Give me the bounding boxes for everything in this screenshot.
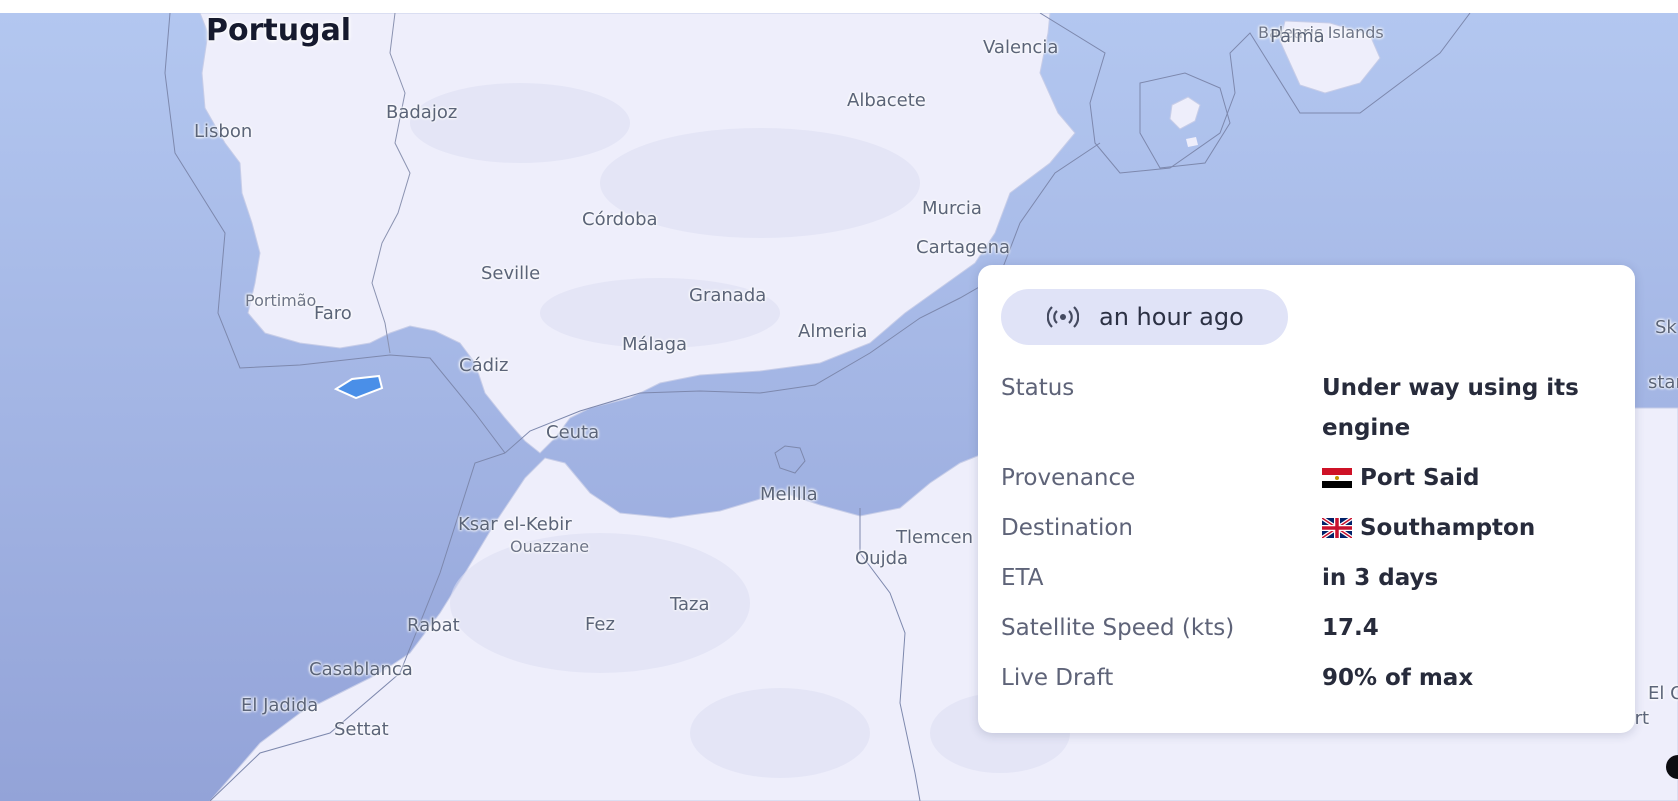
city-label-faro: Faro <box>314 303 352 324</box>
city-label-edge-elo: El O <box>1648 683 1678 704</box>
detail-key: Satellite Speed (kts) <box>1001 615 1235 641</box>
city-label-rabat: Rabat <box>407 615 460 636</box>
city-label-malaga: Málaga <box>622 334 688 355</box>
city-label-murcia: Murcia <box>922 198 982 219</box>
city-label-badajoz: Badajoz <box>386 102 458 123</box>
detail-key: Status <box>1001 375 1075 401</box>
destination-port: Southampton <box>1359 515 1536 541</box>
city-label-lisbon: Lisbon <box>194 121 253 142</box>
city-label-taza: Taza <box>670 594 710 615</box>
city-label-palma: Palma <box>1270 26 1325 47</box>
city-label-almeria: Almeria <box>798 321 868 342</box>
city-label-cordoba: Córdoba <box>582 209 658 230</box>
detail-row-provenance: Provenance Port Said <box>1001 458 1621 498</box>
vessel-details: Status Under way using its engine Proven… <box>1001 368 1621 708</box>
city-label-fez: Fez <box>585 614 615 635</box>
detail-value: 90% of max <box>1321 665 1474 691</box>
city-label-portimao: Portimão <box>245 291 317 310</box>
city-label-valencia: Valencia <box>983 37 1059 58</box>
provenance-port: Port Said <box>1359 465 1480 491</box>
city-label-edge-stan: stan <box>1648 372 1678 393</box>
detail-row-destination: Destination Southampton <box>1001 508 1621 548</box>
vessel-info-popup: an hour ago Status Under way using its e… <box>978 265 1635 733</box>
detail-value: in 3 days <box>1321 565 1439 591</box>
city-label-tlemcen: Tlemcen <box>896 527 973 548</box>
detail-value: Southampton <box>1320 508 1621 548</box>
city-label-ouazzane: Ouazzane <box>510 537 590 556</box>
detail-value: 17.4 <box>1321 615 1379 641</box>
broadcast-icon <box>1046 306 1080 328</box>
detail-row-eta: ETA in 3 days <box>1001 558 1621 598</box>
city-label-settat: Settat <box>334 719 389 740</box>
city-label-cadiz: Cádiz <box>459 355 509 376</box>
country-label-portugal: Portugal <box>206 13 352 48</box>
uk-flag-icon <box>1320 511 1354 540</box>
city-label-seville: Seville <box>481 263 541 284</box>
detail-value: Under way using its engine <box>1321 375 1579 441</box>
detail-row-speed: Satellite Speed (kts) 17.4 <box>1001 608 1621 648</box>
top-bar <box>0 0 1678 13</box>
city-label-casablanca: Casablanca <box>309 659 413 680</box>
city-label-ksar-el-kebir: Ksar el-Kebir <box>458 514 572 535</box>
city-label-edge-sk: Sk <box>1655 317 1677 338</box>
detail-row-draft: Live Draft 90% of max <box>1001 658 1621 698</box>
detail-row-status: Status Under way using its engine <box>1001 368 1621 448</box>
detail-key: Destination <box>1001 515 1133 541</box>
city-label-cartagena: Cartagena <box>916 237 1011 258</box>
city-label-ceuta: Ceuta <box>546 422 600 443</box>
egypt-flag-icon <box>1321 461 1352 488</box>
city-label-el-jadida: El Jadida <box>241 695 319 716</box>
city-label-oujda: Oujda <box>855 548 909 569</box>
page: Portugal Valencia Balearic Islands Palma… <box>0 0 1678 801</box>
detail-key: ETA <box>1001 565 1044 591</box>
city-label-albacete: Albacete <box>847 90 926 111</box>
city-label-melilla: Melilla <box>760 484 818 505</box>
detail-value: Port Said <box>1321 458 1621 498</box>
city-label-granada: Granada <box>689 285 767 306</box>
detail-key: Provenance <box>1001 465 1136 491</box>
last-signal-pill: an hour ago <box>1001 289 1288 345</box>
last-signal-text: an hour ago <box>1099 303 1244 331</box>
detail-key: Live Draft <box>1001 665 1114 691</box>
